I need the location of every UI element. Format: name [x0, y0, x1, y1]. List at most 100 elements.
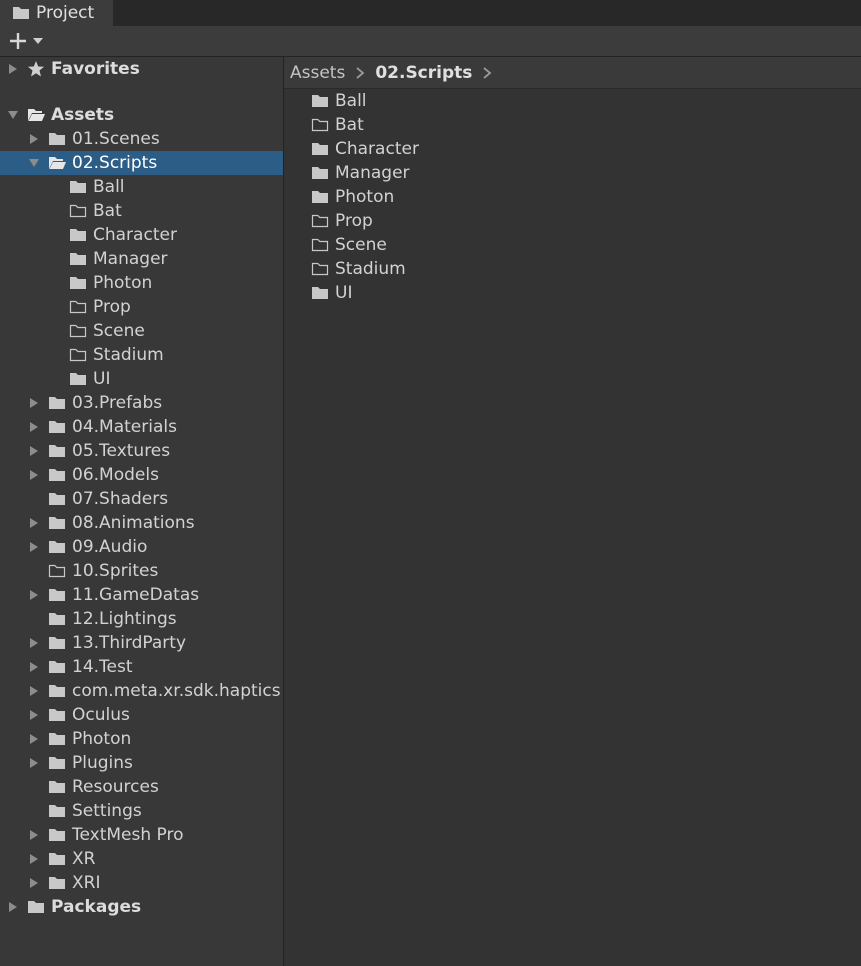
content-item-stadium[interactable]: Stadium: [284, 257, 861, 281]
tree-item-photon[interactable]: Photon: [0, 727, 283, 751]
tree-item-com-meta-xr-sdk-haptics[interactable]: com.meta.xr.sdk.haptics: [0, 679, 283, 703]
caret-right-icon[interactable]: [29, 422, 39, 432]
folder-icon: [49, 757, 65, 769]
tree-item-assets[interactable]: Assets: [0, 103, 283, 127]
tree-item-01-scenes[interactable]: 01.Scenes: [0, 127, 283, 151]
tree-item-manager[interactable]: Manager: [0, 247, 283, 271]
content-item-scene[interactable]: Scene: [284, 233, 861, 257]
tree-item-label: 05.Textures: [72, 441, 171, 461]
tree-item-03-prefabs[interactable]: 03.Prefabs: [0, 391, 283, 415]
tree-item-14-test[interactable]: 14.Test: [0, 655, 283, 679]
toolbar: [0, 26, 861, 57]
caret-right-icon[interactable]: [29, 830, 39, 840]
tree-item-textmesh-pro[interactable]: TextMesh Pro: [0, 823, 283, 847]
tree-item-label: Plugins: [72, 753, 133, 773]
tree-item-label: Character: [93, 225, 177, 245]
tree-item-04-materials[interactable]: 04.Materials: [0, 415, 283, 439]
folder-icon: [311, 238, 329, 252]
tree-item-xri[interactable]: XRI: [0, 871, 283, 895]
folder-icon: [70, 181, 86, 193]
caret-down-icon[interactable]: [8, 110, 18, 120]
caret-right-icon[interactable]: [29, 710, 39, 720]
tree-item-07-shaders[interactable]: 07.Shaders: [0, 487, 283, 511]
caret-right-icon[interactable]: [29, 446, 39, 456]
tree-item-photon[interactable]: Photon: [0, 271, 283, 295]
caret-right-icon[interactable]: [29, 542, 39, 552]
tree-item-xr[interactable]: XR: [0, 847, 283, 871]
folder-icon: [69, 324, 87, 338]
folder-icon: [69, 204, 87, 218]
caret-down-icon[interactable]: [29, 158, 39, 168]
tree-item-scene[interactable]: Scene: [0, 319, 283, 343]
folder-icon: [312, 287, 328, 299]
caret-right-icon[interactable]: [29, 134, 39, 144]
tree-item-label: XRI: [72, 873, 101, 893]
tree-item-12-lightings[interactable]: 12.Lightings: [0, 607, 283, 631]
content-item-label: Prop: [335, 211, 373, 231]
tree-item-label: Photon: [93, 273, 153, 293]
folder-icon: [312, 143, 328, 155]
tab-bar: Project: [0, 0, 861, 26]
tree-item-oculus[interactable]: Oculus: [0, 703, 283, 727]
create-button[interactable]: [8, 30, 48, 52]
tree-item-plugins[interactable]: Plugins: [0, 751, 283, 775]
caret-right-icon[interactable]: [29, 758, 39, 768]
caret-right-icon[interactable]: [29, 686, 39, 696]
tree-item-resources[interactable]: Resources: [0, 775, 283, 799]
caret-right-icon[interactable]: [8, 902, 18, 912]
folder-icon: [49, 589, 65, 601]
caret-right-icon[interactable]: [8, 64, 18, 74]
tree-item-06-models[interactable]: 06.Models: [0, 463, 283, 487]
tree-item-label: Favorites: [51, 59, 140, 79]
tree-item-label: 13.ThirdParty: [72, 633, 187, 653]
tree-item-label: 06.Models: [72, 465, 159, 485]
tree-item-favorites[interactable]: Favorites: [0, 57, 283, 81]
caret-right-icon[interactable]: [29, 734, 39, 744]
folder-icon: [13, 7, 29, 19]
tree-item-05-textures[interactable]: 05.Textures: [0, 439, 283, 463]
caret-right-icon[interactable]: [29, 638, 39, 648]
tab-project[interactable]: Project: [0, 0, 113, 26]
star-icon: [28, 61, 44, 77]
content-item-ui[interactable]: UI: [284, 281, 861, 305]
content-item-label: Photon: [335, 187, 395, 207]
breadcrumb-assets[interactable]: Assets: [290, 63, 345, 83]
folder-icon: [311, 118, 329, 132]
content-item-ball[interactable]: Ball: [284, 89, 861, 113]
content-item-bat[interactable]: Bat: [284, 113, 861, 137]
content-item-label: Scene: [335, 235, 387, 255]
tree-item-09-audio[interactable]: 09.Audio: [0, 535, 283, 559]
tree-item-bat[interactable]: Bat: [0, 199, 283, 223]
caret-right-icon[interactable]: [29, 398, 39, 408]
breadcrumb-scripts[interactable]: 02.Scripts: [375, 63, 472, 83]
caret-right-icon[interactable]: [29, 662, 39, 672]
folder-open-icon: [49, 157, 66, 169]
tree-item-label: 14.Test: [72, 657, 133, 677]
tree-item-ui[interactable]: UI: [0, 367, 283, 391]
caret-right-icon[interactable]: [29, 470, 39, 480]
tree-item-08-animations[interactable]: 08.Animations: [0, 511, 283, 535]
content-item-manager[interactable]: Manager: [284, 161, 861, 185]
content-item-label: Bat: [335, 115, 364, 135]
folder-icon: [28, 901, 44, 913]
content-item-photon[interactable]: Photon: [284, 185, 861, 209]
tree-item-11-gamedatas[interactable]: 11.GameDatas: [0, 583, 283, 607]
content-item-prop[interactable]: Prop: [284, 209, 861, 233]
tree-item-character[interactable]: Character: [0, 223, 283, 247]
tree-item-ball[interactable]: Ball: [0, 175, 283, 199]
caret-right-icon[interactable]: [29, 854, 39, 864]
caret-right-icon[interactable]: [29, 518, 39, 528]
caret-right-icon[interactable]: [29, 878, 39, 888]
caret-right-icon[interactable]: [29, 590, 39, 600]
tree-item-13-thirdparty[interactable]: 13.ThirdParty: [0, 631, 283, 655]
tree-item-10-sprites[interactable]: 10.Sprites: [0, 559, 283, 583]
tree-item-prop[interactable]: Prop: [0, 295, 283, 319]
tree-item-stadium[interactable]: Stadium: [0, 343, 283, 367]
chevron-right-icon: [356, 66, 365, 79]
tree-item-settings[interactable]: Settings: [0, 799, 283, 823]
tree-item-02-scripts[interactable]: 02.Scripts: [0, 151, 283, 175]
content-item-character[interactable]: Character: [284, 137, 861, 161]
tree-item-label: Manager: [93, 249, 168, 269]
tree-item-label: UI: [93, 369, 111, 389]
tree-item-packages[interactable]: Packages: [0, 895, 283, 919]
